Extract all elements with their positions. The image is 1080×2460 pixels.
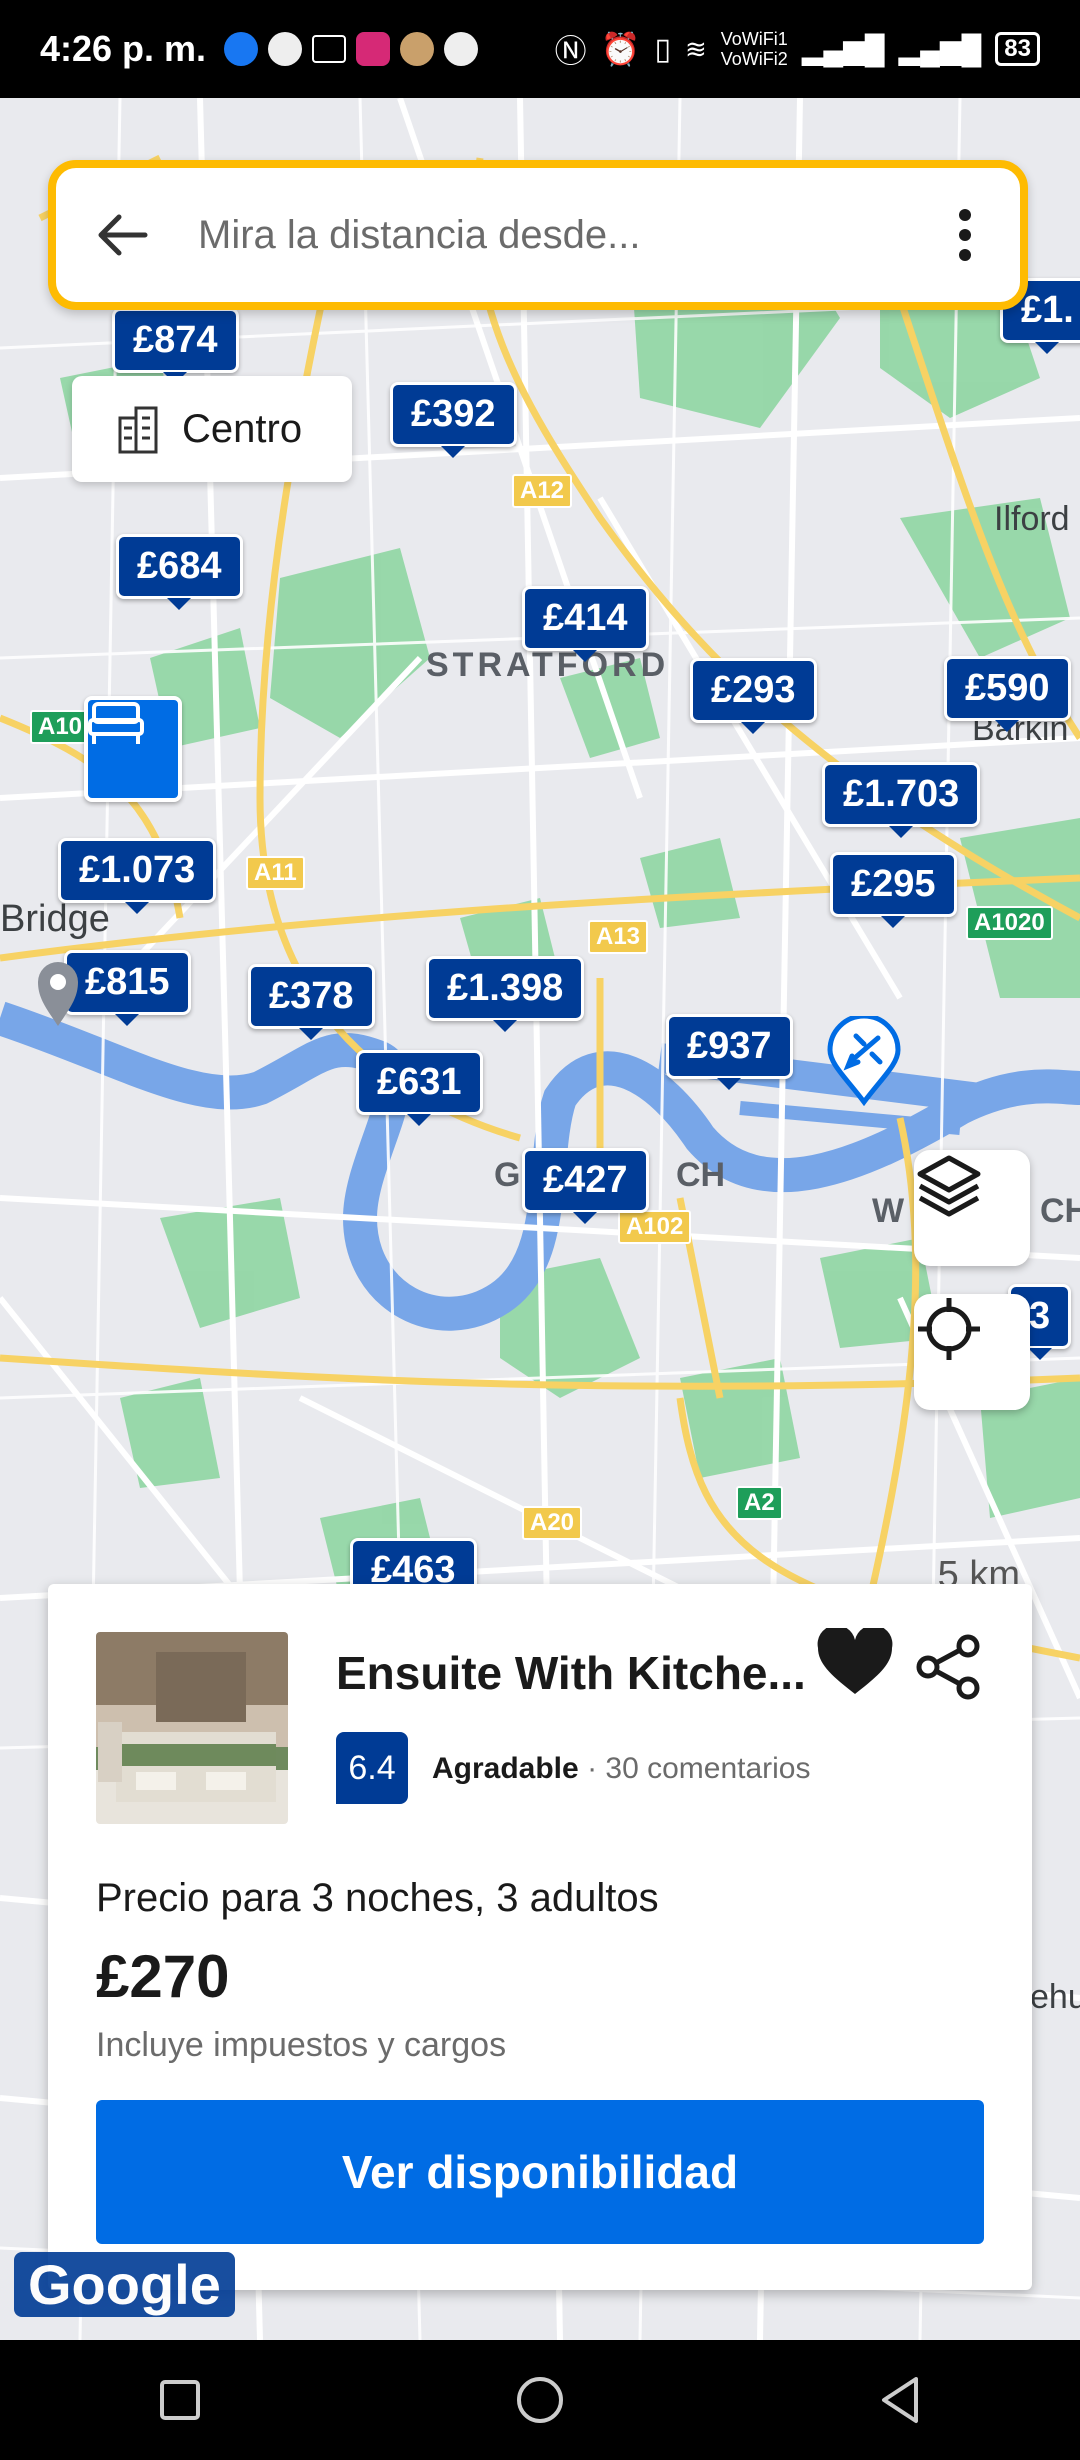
back-button[interactable] <box>86 200 156 270</box>
centro-chip[interactable]: Centro <box>72 376 352 482</box>
save-favorite-button[interactable] <box>816 1625 894 1703</box>
price-pin[interactable]: £684 <box>116 534 243 599</box>
price-pin[interactable]: £414 <box>522 586 649 651</box>
vibrate-icon: ▯ <box>654 32 671 66</box>
price-pin[interactable]: £1.398 <box>426 956 585 1021</box>
see-availability-button[interactable]: Ver disponibilidad <box>96 2100 984 2244</box>
circle-icon <box>517 2377 563 2423</box>
battery-indicator: 83 <box>995 32 1040 66</box>
bed-icon <box>88 702 144 744</box>
gmail-icon <box>312 35 347 63</box>
home-button[interactable] <box>495 2355 585 2445</box>
price-pin[interactable]: £295 <box>830 852 957 917</box>
signal-icon: ▂▄▆█ <box>801 33 885 65</box>
price-pin[interactable]: £631 <box>356 1050 483 1115</box>
share-icon <box>916 1634 980 1700</box>
airplane-icon <box>827 1016 901 1106</box>
centro-label: Centro <box>182 406 303 451</box>
map-label-ilford: Ilford <box>994 500 1070 538</box>
review-count: · 30 comentarios <box>587 1752 811 1785</box>
airport-pin[interactable] <box>826 1016 902 1106</box>
wifi-icon: ≋ <box>684 33 707 64</box>
price-pin[interactable]: £392 <box>390 382 517 447</box>
road-tag-a12: A12 <box>512 474 573 508</box>
my-location-button[interactable] <box>914 1294 1030 1410</box>
property-photo[interactable] <box>96 1632 288 1824</box>
price-pin[interactable]: £1.703 <box>822 762 981 827</box>
crosshair-icon <box>918 1298 980 1360</box>
map-label-woolwich: W <box>872 1192 905 1230</box>
price-amount: £270 <box>96 1943 230 2010</box>
road-tag-a20: A20 <box>522 1506 583 1540</box>
instagram-icon <box>356 32 391 66</box>
property-title[interactable]: Ensuite With Kitche... <box>336 1646 806 1700</box>
arrow-left-icon <box>98 214 148 256</box>
layers-icon <box>917 1155 981 1217</box>
vowifi-label: VoWiFi1 VoWiFi2 <box>720 29 788 69</box>
dot-icon <box>444 32 479 66</box>
price-pin[interactable]: £293 <box>690 658 817 723</box>
price-pin[interactable]: £427 <box>522 1148 649 1213</box>
review-score-label: Agradable <box>432 1752 579 1785</box>
facebook-icon <box>224 32 259 66</box>
road-tag-a2: A2 <box>736 1486 783 1520</box>
signal-icon: ▂▄▆█ <box>898 33 982 65</box>
map-label-greenwich: G <box>494 1156 521 1194</box>
map-marker-icon <box>38 962 78 1026</box>
heart-icon <box>817 1625 893 1694</box>
taxes-note: Incluye impuestos y cargos <box>96 2026 507 2064</box>
more-vertical-icon <box>959 209 971 261</box>
price-description: Precio para 3 noches, 3 adultos <box>96 1876 659 1920</box>
review-summary: Agradable · 30 comentarios <box>432 1752 811 1786</box>
price-pin[interactable]: £590 <box>944 656 1071 721</box>
app-icon <box>400 32 435 66</box>
bedroom-image <box>98 1652 276 1802</box>
map-label-bridge: Bridge <box>0 898 110 940</box>
recents-button[interactable] <box>135 2355 225 2445</box>
system-nav-bar <box>0 2340 1080 2460</box>
road-tag-a102: A102 <box>618 1210 692 1244</box>
layers-button[interactable] <box>914 1150 1030 1266</box>
map-label-rehu: ehu <box>1030 1978 1080 2016</box>
price-pin[interactable]: £937 <box>666 1014 793 1079</box>
distance-search-input[interactable] <box>196 211 940 259</box>
map-label-stratford: STRATFORD <box>426 646 670 684</box>
notification-icons <box>224 32 479 66</box>
triangle-back-icon <box>882 2377 918 2423</box>
price-pin[interactable]: £815 <box>64 950 191 1015</box>
google-logo: Google <box>14 2252 235 2317</box>
map-label-woolwich-end: CH <box>1040 1192 1080 1230</box>
distance-search-bar[interactable] <box>48 160 1028 310</box>
road-tag-a10: A10 <box>30 710 91 744</box>
square-icon <box>160 2380 200 2420</box>
price-pin[interactable]: £378 <box>248 964 375 1029</box>
status-bar: 4:26 p. m. Ⓝ ⏰ ▯ ≋ VoWiFi1 VoWiFi2 ▂▄▆█ … <box>0 0 1080 98</box>
dot-icon <box>268 32 303 66</box>
location-pin[interactable] <box>36 958 80 1028</box>
more-options-button[interactable] <box>940 200 990 270</box>
alarm-icon: ⏰ <box>600 31 641 67</box>
back-nav-button[interactable] <box>855 2355 945 2445</box>
buildings-icon <box>118 406 158 454</box>
nfc-icon: Ⓝ <box>554 33 587 69</box>
selected-property-pin[interactable] <box>84 696 182 802</box>
property-card[interactable]: Ensuite With Kitche... 6.4 Agradable · 3… <box>48 1584 1032 2290</box>
review-score-badge: 6.4 <box>336 1732 408 1804</box>
road-tag-a1020: A1020 <box>966 906 1053 940</box>
share-button[interactable] <box>914 1634 984 1705</box>
road-tag-a13: A13 <box>588 920 649 954</box>
price-pin[interactable]: £874 <box>112 308 239 373</box>
road-tag-a11: A11 <box>246 856 305 890</box>
system-icons: Ⓝ ⏰ ▯ ≋ VoWiFi1 VoWiFi2 ▂▄▆█ ▂▄▆█ 83 <box>555 26 1040 72</box>
map-label-greenwich-end: CH <box>676 1156 726 1194</box>
price-pin[interactable]: £1.073 <box>58 838 217 903</box>
status-time: 4:26 p. m. <box>40 28 207 69</box>
